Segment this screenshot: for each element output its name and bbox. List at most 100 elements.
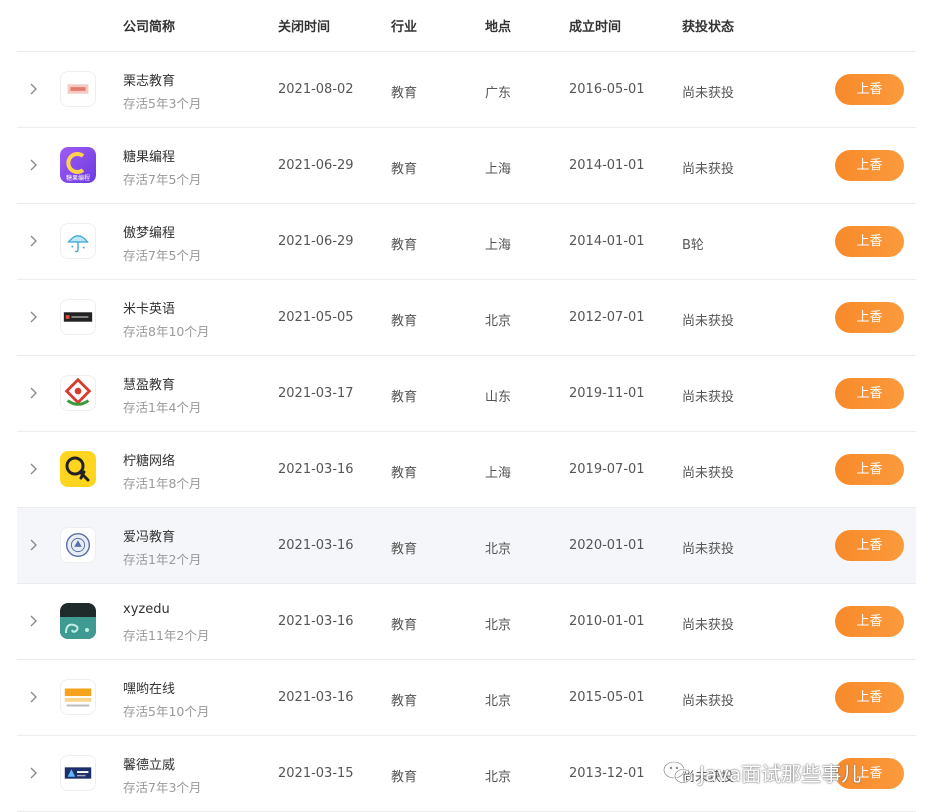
industry: 教育 bbox=[391, 694, 418, 709]
heiyo-logo bbox=[60, 679, 96, 715]
company-name[interactable]: 慧盈教育 bbox=[123, 374, 175, 393]
incense-button[interactable]: 上香 bbox=[835, 378, 904, 409]
incense-button[interactable]: 上香 bbox=[835, 74, 904, 105]
table-row[interactable]: 傲梦编程 存活7年5个月 2021-06-29 教育 上海 2014-01-01… bbox=[17, 204, 916, 280]
table-row-highlighted[interactable]: 爱冯教育 存活1年2个月 2021-03-16 教育 北京 2020-01-01… bbox=[17, 508, 916, 584]
survival-duration: 存活7年5个月 bbox=[123, 172, 202, 187]
ningtang-logo bbox=[60, 451, 96, 487]
industry: 教育 bbox=[391, 86, 418, 101]
closed-date: 2021-06-29 bbox=[278, 234, 354, 249]
table-header: 公司简称 关闭时间 行业 地点 成立时间 获投状态 bbox=[17, 0, 916, 52]
aifeng-logo bbox=[60, 527, 96, 563]
incense-button[interactable]: 上香 bbox=[835, 530, 904, 561]
survival-duration: 存活7年3个月 bbox=[123, 780, 202, 795]
chevron-right-icon[interactable] bbox=[25, 385, 41, 401]
funding-status: 尚未获投 bbox=[682, 86, 735, 101]
lizhi-logo bbox=[60, 71, 96, 107]
chevron-right-icon[interactable] bbox=[25, 309, 41, 325]
survival-duration: 存活11年2个月 bbox=[123, 628, 210, 643]
survival-duration: 存活1年4个月 bbox=[123, 400, 202, 415]
founded-date: 2012-07-01 bbox=[569, 310, 645, 325]
founded-date: 2013-12-01 bbox=[569, 766, 645, 781]
header-location: 地点 bbox=[485, 20, 512, 35]
chevron-right-icon[interactable] bbox=[25, 613, 41, 629]
chevron-right-icon[interactable] bbox=[25, 157, 41, 173]
incense-button[interactable]: 上香 bbox=[835, 302, 904, 333]
table-row[interactable]: xyzedu 存活11年2个月 2021-03-16 教育 北京 2010-01… bbox=[17, 584, 916, 660]
company-name[interactable]: xyzedu bbox=[123, 602, 170, 617]
closed-date: 2021-03-17 bbox=[278, 386, 354, 401]
founded-date: 2020-01-01 bbox=[569, 538, 645, 553]
company-table: 公司简称 关闭时间 行业 地点 成立时间 获投状态 栗志教育 存活5年3个月 2… bbox=[17, 0, 916, 812]
huiying-logo bbox=[60, 375, 96, 411]
xyzedu-logo bbox=[60, 603, 96, 639]
incense-button[interactable]: 上香 bbox=[835, 606, 904, 637]
industry: 教育 bbox=[391, 238, 418, 253]
industry: 教育 bbox=[391, 162, 418, 177]
table-row[interactable]: 栗志教育 存活5年3个月 2021-08-02 教育 广东 2016-05-01… bbox=[17, 52, 916, 128]
chevron-right-icon[interactable] bbox=[25, 765, 41, 781]
survival-duration: 存活5年3个月 bbox=[123, 96, 202, 111]
closed-date: 2021-03-16 bbox=[278, 538, 354, 553]
table-row[interactable]: 糖果编程 糖果编程 存活7年5个月 2021-06-29 教育 上海 2014-… bbox=[17, 128, 916, 204]
chevron-right-icon[interactable] bbox=[25, 689, 41, 705]
location: 北京 bbox=[485, 694, 512, 709]
survival-duration: 存活7年5个月 bbox=[123, 248, 202, 263]
table-row[interactable]: 嘿哟在线 存活5年10个月 2021-03-16 教育 北京 2015-05-0… bbox=[17, 660, 916, 736]
chevron-right-icon[interactable] bbox=[25, 233, 41, 249]
tangguo-logo: 糖果编程 bbox=[60, 147, 96, 183]
founded-date: 2015-05-01 bbox=[569, 690, 645, 705]
company-name[interactable]: 栗志教育 bbox=[123, 70, 175, 89]
industry: 教育 bbox=[391, 314, 418, 329]
closed-date: 2021-05-05 bbox=[278, 310, 354, 325]
aomeng-logo bbox=[60, 223, 96, 259]
location: 上海 bbox=[485, 466, 512, 481]
location: 北京 bbox=[485, 770, 512, 785]
closed-date: 2021-06-29 bbox=[278, 158, 354, 173]
funding-status: 尚未获投 bbox=[682, 466, 735, 481]
funding-status: 尚未获投 bbox=[682, 162, 735, 177]
header-industry: 行业 bbox=[391, 20, 418, 35]
industry: 教育 bbox=[391, 542, 418, 557]
tangguo-logo-text: 糖果编程 bbox=[66, 174, 90, 182]
company-name[interactable]: 爱冯教育 bbox=[123, 526, 175, 545]
location: 北京 bbox=[485, 618, 512, 633]
xinde-logo bbox=[60, 755, 96, 791]
incense-button[interactable]: 上香 bbox=[835, 150, 904, 181]
incense-button[interactable]: 上香 bbox=[835, 454, 904, 485]
company-name[interactable]: 米卡英语 bbox=[123, 298, 175, 317]
table-row[interactable]: 柠糖网络 存活1年8个月 2021-03-16 教育 上海 2019-07-01… bbox=[17, 432, 916, 508]
founded-date: 2016-05-01 bbox=[569, 82, 645, 97]
funding-status: 尚未获投 bbox=[682, 618, 735, 633]
chevron-right-icon[interactable] bbox=[25, 537, 41, 553]
location: 上海 bbox=[485, 162, 512, 177]
table-row[interactable]: 米卡英语 存活8年10个月 2021-05-05 教育 北京 2012-07-0… bbox=[17, 280, 916, 356]
survival-duration: 存活8年10个月 bbox=[123, 324, 210, 339]
table-row[interactable]: 慧盈教育 存活1年4个月 2021-03-17 教育 山东 2019-11-01… bbox=[17, 356, 916, 432]
founded-date: 2014-01-01 bbox=[569, 158, 645, 173]
founded-date: 2019-11-01 bbox=[569, 386, 645, 401]
watermark: Java面试那些事儿 bbox=[663, 756, 861, 788]
industry: 教育 bbox=[391, 466, 418, 481]
mika-logo bbox=[60, 299, 96, 335]
company-name[interactable]: 糖果编程 bbox=[123, 146, 175, 165]
chevron-right-icon[interactable] bbox=[25, 461, 41, 477]
location: 广东 bbox=[485, 86, 512, 101]
company-name[interactable]: 柠糖网络 bbox=[123, 450, 175, 469]
location: 北京 bbox=[485, 314, 512, 329]
company-name[interactable]: 傲梦编程 bbox=[123, 222, 175, 241]
company-name[interactable]: 馨德立威 bbox=[123, 754, 175, 773]
chevron-right-icon[interactable] bbox=[25, 81, 41, 97]
incense-button[interactable]: 上香 bbox=[835, 682, 904, 713]
industry: 教育 bbox=[391, 618, 418, 633]
company-name[interactable]: 嘿哟在线 bbox=[123, 678, 175, 697]
industry: 教育 bbox=[391, 770, 418, 785]
closed-date: 2021-03-16 bbox=[278, 462, 354, 477]
watermark-text: Java面试那些事儿 bbox=[699, 761, 862, 786]
location: 上海 bbox=[485, 238, 512, 253]
location: 北京 bbox=[485, 542, 512, 557]
header-founded: 成立时间 bbox=[569, 20, 622, 35]
closed-date: 2021-08-02 bbox=[278, 82, 354, 97]
incense-button[interactable]: 上香 bbox=[835, 226, 904, 257]
survival-duration: 存活1年8个月 bbox=[123, 476, 202, 491]
